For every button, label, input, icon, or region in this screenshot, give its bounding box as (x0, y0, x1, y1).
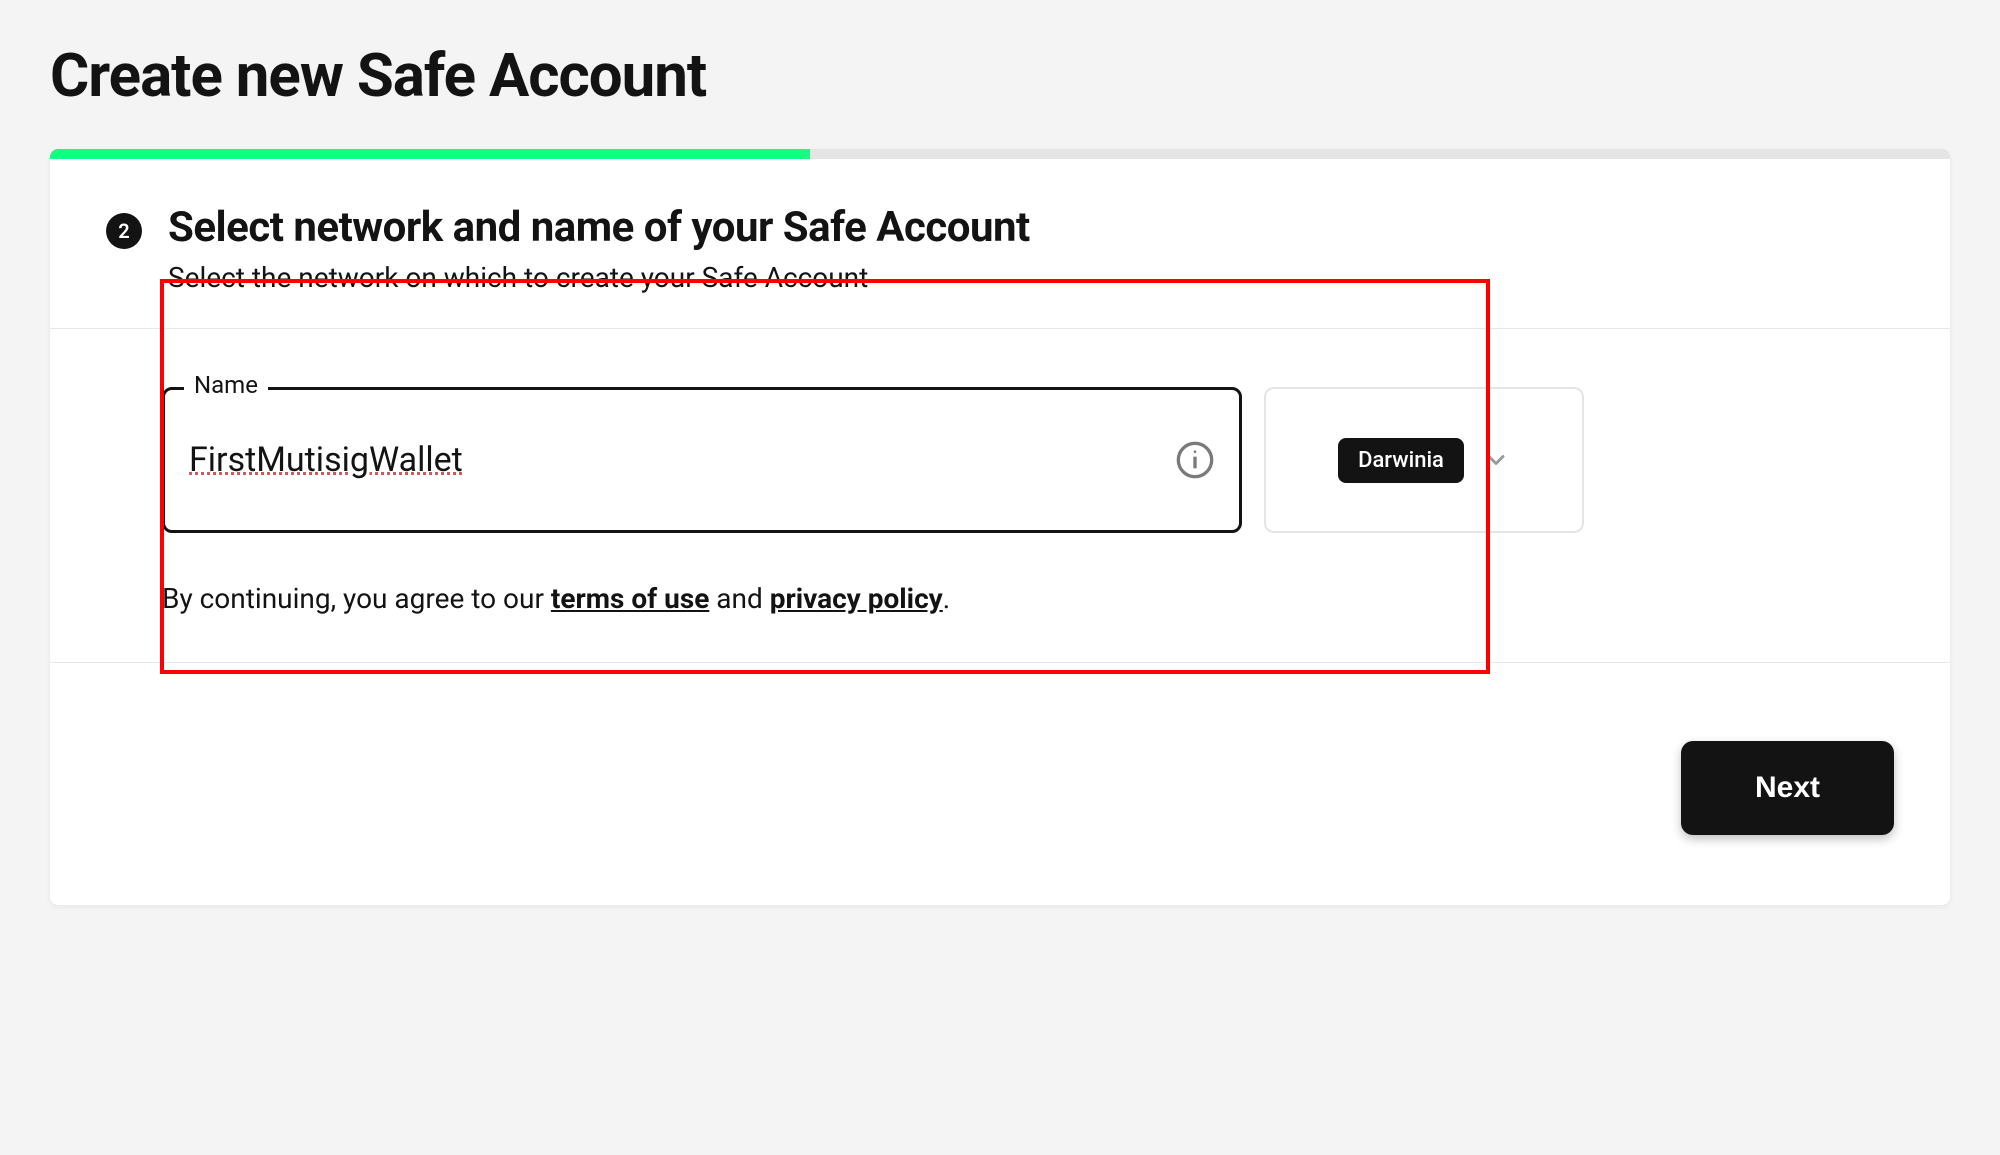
step-heading-group: Select network and name of your Safe Acc… (168, 205, 1030, 294)
network-select[interactable]: Darwinia (1264, 387, 1584, 533)
name-input[interactable] (189, 440, 1159, 480)
page-title: Create new Safe Account (50, 40, 1950, 111)
create-card: 2 Select network and name of your Safe A… (50, 149, 1950, 905)
progress-track (50, 149, 1950, 159)
step-subtitle: Select the network on which to create yo… (168, 261, 1030, 294)
info-icon[interactable] (1175, 440, 1215, 480)
consent-suffix: . (943, 582, 950, 615)
consent-text: By continuing, you agree to our terms of… (106, 579, 1894, 618)
network-chip: Darwinia (1338, 438, 1464, 483)
progress-fill (50, 149, 810, 159)
page-root: Create new Safe Account 2 Select network… (0, 0, 2000, 905)
privacy-link[interactable]: privacy policy (770, 582, 943, 615)
form-row: Name Darwinia (106, 387, 1894, 533)
name-label: Name (184, 371, 268, 399)
form-block: Name Darwinia (50, 329, 1950, 662)
footer: Next (50, 663, 1950, 905)
terms-link[interactable]: terms of use (551, 582, 709, 615)
name-input-wrap (162, 387, 1242, 533)
chevron-down-icon (1482, 446, 1510, 474)
step-header: 2 Select network and name of your Safe A… (50, 159, 1950, 328)
consent-prefix: By continuing, you agree to our (162, 582, 551, 615)
consent-mid: and (709, 582, 769, 615)
step-number-badge: 2 (106, 213, 142, 249)
name-field: Name (162, 387, 1242, 533)
step-title: Select network and name of your Safe Acc… (168, 205, 1030, 251)
next-button[interactable]: Next (1681, 741, 1894, 835)
